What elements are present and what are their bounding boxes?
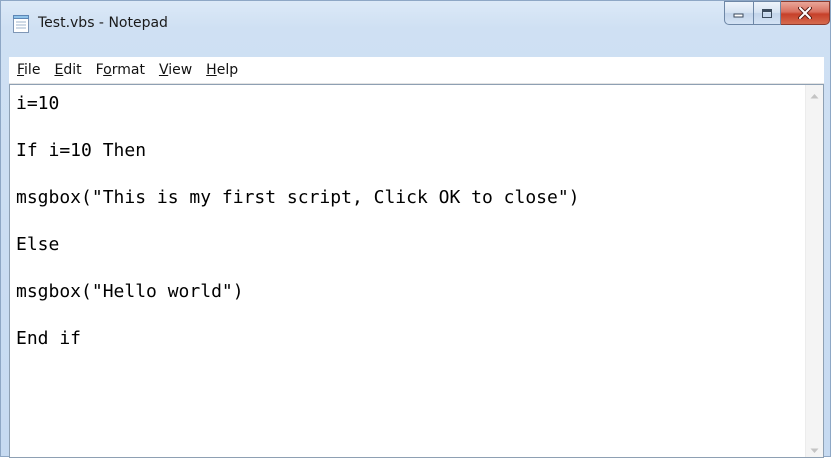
close-icon — [781, 2, 829, 24]
menu-help-accel: H — [206, 62, 217, 78]
menu-format[interactable]: Format — [90, 58, 151, 82]
minimize-button[interactable] — [724, 1, 753, 25]
menu-edit[interactable]: Edit — [48, 58, 87, 82]
text-editor[interactable]: i=10 If i=10 Then msgbox("This is my fir… — [10, 85, 806, 457]
editor-line: End if — [16, 328, 82, 349]
editor-line: msgbox("This is my first script, Click O… — [16, 187, 580, 208]
editor-line: Else — [16, 234, 60, 255]
editor-line: If i=10 Then — [16, 140, 147, 161]
editor-line: i=10 — [16, 93, 60, 114]
title-bar[interactable]: Test.vbs - Notepad — [1, 1, 830, 57]
scroll-down-button[interactable] — [806, 440, 823, 457]
window-title: Test.vbs - Notepad — [38, 15, 168, 31]
vertical-scrollbar[interactable] — [805, 85, 823, 457]
menu-edit-label: dit — [63, 62, 82, 78]
menu-view-accel: V — [158, 62, 169, 78]
scroll-up-button[interactable] — [806, 85, 823, 102]
menu-format-accel: o — [103, 62, 112, 78]
menu-format-label: rmat — [111, 62, 145, 78]
maximize-icon — [754, 2, 780, 24]
close-button[interactable] — [781, 1, 830, 25]
window-controls — [724, 1, 830, 27]
minimize-icon — [725, 2, 753, 24]
editor-frame: i=10 If i=10 Then msgbox("This is my fir… — [9, 84, 824, 458]
editor-line: msgbox("Hello world") — [16, 281, 244, 302]
menu-file[interactable]: File — [11, 58, 46, 82]
menu-format-prefix: F — [95, 62, 104, 78]
menu-edit-accel: E — [54, 62, 64, 78]
menu-file-accel: F — [17, 62, 25, 78]
menu-file-label: ile — [24, 62, 41, 78]
notepad-window: Test.vbs - Notepad File Edit Format View… — [0, 0, 831, 458]
menu-view-label: iew — [168, 62, 193, 78]
notepad-icon[interactable] — [12, 13, 30, 33]
maximize-button[interactable] — [753, 1, 781, 25]
scroll-down-arrow-icon — [810, 439, 819, 458]
menu-view[interactable]: View — [153, 58, 198, 82]
menu-help-label: elp — [216, 62, 239, 78]
menu-help[interactable]: Help — [200, 58, 244, 82]
scroll-up-arrow-icon — [810, 84, 819, 103]
menu-bar: File Edit Format View Help — [9, 57, 824, 84]
